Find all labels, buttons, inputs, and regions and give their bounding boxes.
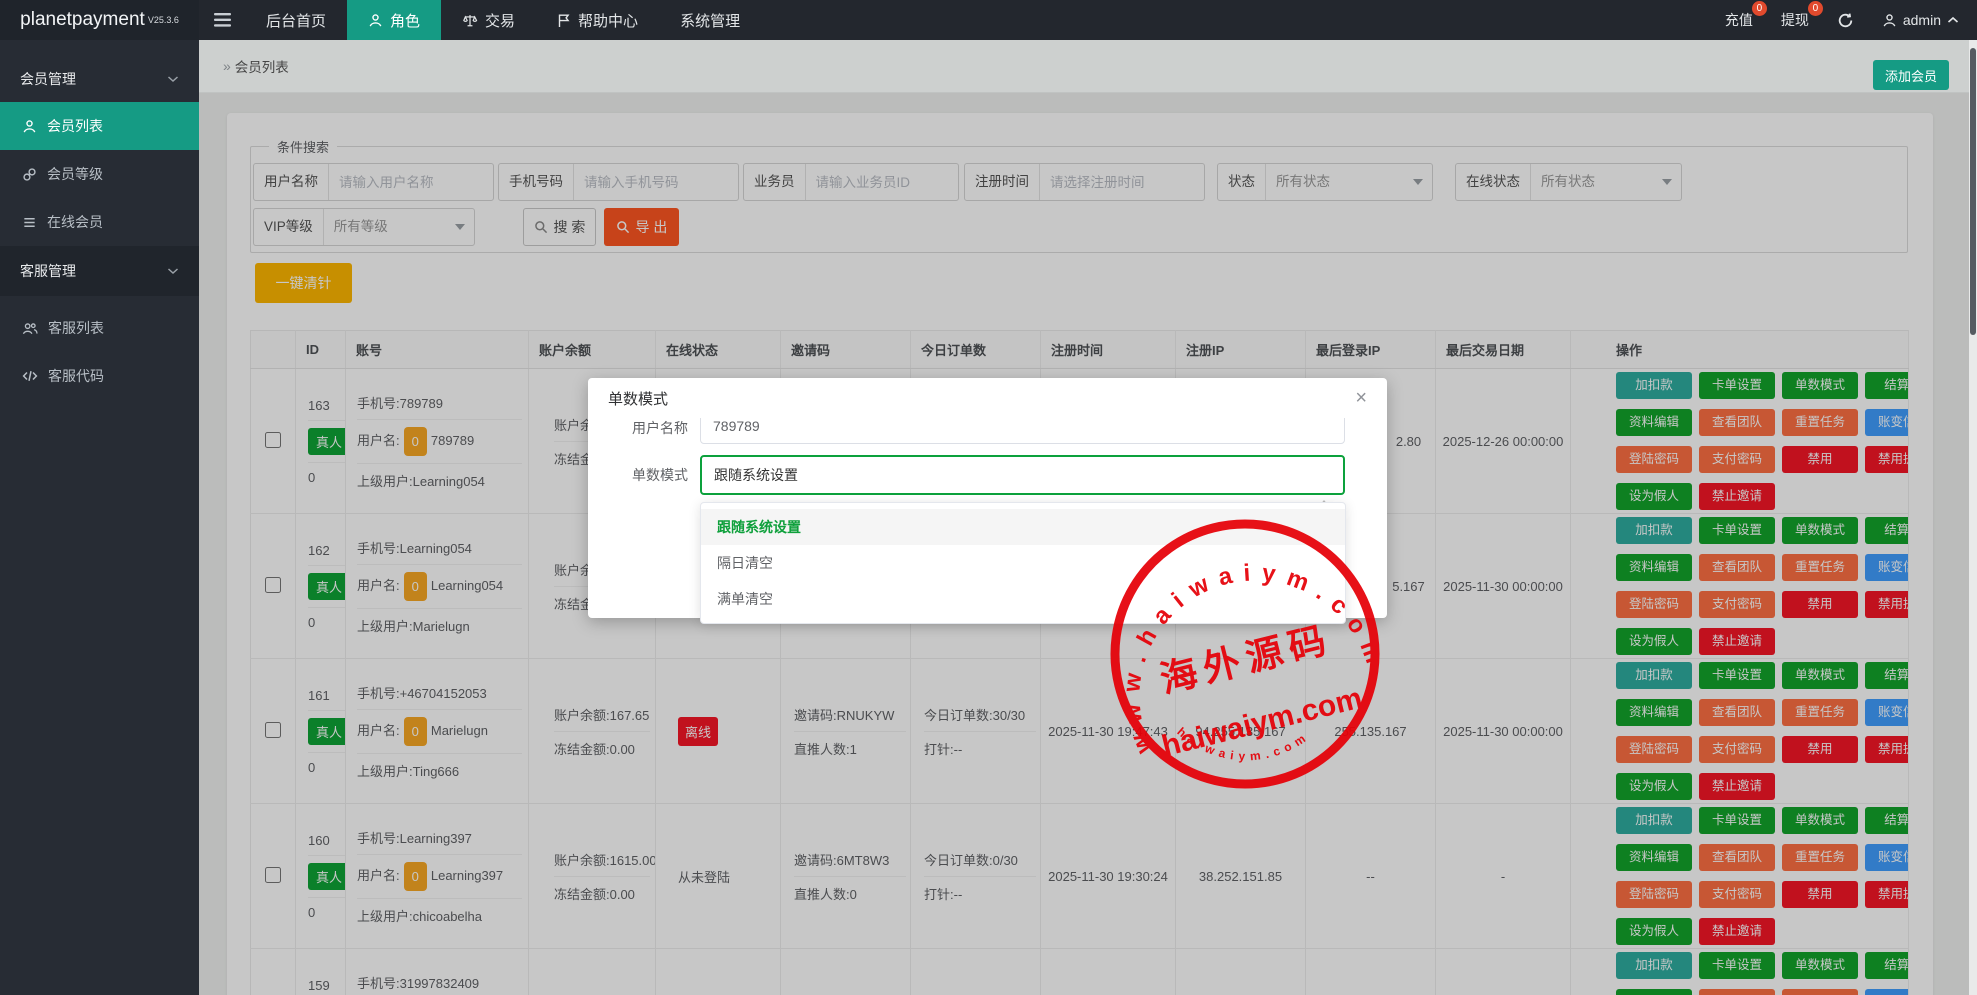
user-menu[interactable]: admin <box>1882 12 1959 28</box>
refresh-icon[interactable] <box>1837 12 1854 29</box>
sidebar-group-1[interactable]: 客服管理 <box>0 246 199 296</box>
order-mode-select[interactable]: 跟随系统设置 <box>700 455 1345 495</box>
sidebar-item-0-1[interactable]: 会员等级 <box>0 150 199 198</box>
username-field[interactable]: 789789 <box>700 418 1345 444</box>
sidebar-item-1-1[interactable]: 客服代码 <box>0 352 199 400</box>
flag-icon <box>557 13 571 28</box>
user-icon <box>22 119 37 134</box>
dropdown-option-1[interactable]: 隔日清空 <box>701 545 1345 581</box>
modal-mode-row: 单数模式 跟随系统设置 <box>588 455 1387 495</box>
mode-field-label: 单数模式 <box>588 455 688 495</box>
brand-version: V25.3.6 <box>148 15 179 25</box>
nav-item-3[interactable]: 帮助中心 <box>536 0 659 40</box>
close-icon[interactable]: × <box>1355 388 1367 408</box>
navbar: planetpayment V25.3.6 后台首页角色交易帮助中心系统管理 充… <box>0 0 1977 40</box>
nav-item-4[interactable]: 系统管理 <box>659 0 761 40</box>
breadcrumb: » 会员列表 <box>223 56 289 76</box>
username-field-label: 用户名称 <box>588 418 688 448</box>
modal-header: 单数模式 × <box>588 378 1387 418</box>
chevron-down-icon <box>167 75 179 83</box>
navbar-right: 充值 0 提现 0 admin <box>1725 0 1977 40</box>
dropdown-option-0[interactable]: 跟随系统设置 <box>701 509 1345 545</box>
username-label: admin <box>1903 12 1941 28</box>
chevron-down-icon <box>167 267 179 275</box>
sidebar-item-1-0[interactable]: 客服列表 <box>0 304 199 352</box>
app: planetpayment V25.3.6 后台首页角色交易帮助中心系统管理 充… <box>0 0 1977 995</box>
withdraw-link[interactable]: 提现 0 <box>1781 10 1809 30</box>
recharge-badge: 0 <box>1752 1 1767 16</box>
link-icon <box>22 167 37 182</box>
breadcrumb-bar: » 会员列表 添加会员 <box>199 40 1977 93</box>
order-mode-dropdown: 跟随系统设置 隔日清空 满单清空 <box>700 502 1346 624</box>
brand-name: planetpayment <box>20 9 145 31</box>
order-mode-value: 跟随系统设置 <box>714 467 798 483</box>
sidebar-item-0-0[interactable]: 会员列表 <box>0 102 199 150</box>
sidebar-group-0[interactable]: 会员管理 <box>0 56 199 102</box>
dropdown-option-2[interactable]: 满单清空 <box>701 581 1345 617</box>
code-icon <box>22 369 38 383</box>
chevron-up-icon <box>1947 16 1959 24</box>
double-arrow-icon: » <box>223 58 229 74</box>
user-icon <box>1882 13 1897 28</box>
scales-icon <box>462 13 478 28</box>
sidebar: 会员管理会员列表会员等级在线会员客服管理客服列表客服代码 <box>0 40 199 995</box>
nav-item-1[interactable]: 角色 <box>347 0 441 40</box>
modal-title: 单数模式 <box>608 388 668 409</box>
sidebar-item-0-2[interactable]: 在线会员 <box>0 198 199 246</box>
list-icon <box>22 215 37 230</box>
menu-toggle-icon[interactable] <box>199 0 245 40</box>
brand-logo: planetpayment V25.3.6 <box>0 0 199 40</box>
modal-username-row: 用户名称 789789 <box>588 418 1387 448</box>
nav-item-0[interactable]: 后台首页 <box>245 0 347 40</box>
users-icon <box>22 321 38 336</box>
vertical-scrollbar <box>1969 40 1977 995</box>
nav-item-2[interactable]: 交易 <box>441 0 536 40</box>
withdraw-badge: 0 <box>1808 1 1823 16</box>
navbar-menu: 后台首页角色交易帮助中心系统管理 <box>245 0 761 40</box>
user-icon <box>368 13 383 28</box>
page-title: 会员列表 <box>235 56 289 76</box>
add-member-button[interactable]: 添加会员 <box>1873 60 1949 90</box>
recharge-link[interactable]: 充值 0 <box>1725 10 1753 30</box>
scrollbar-thumb[interactable] <box>1970 48 1976 335</box>
